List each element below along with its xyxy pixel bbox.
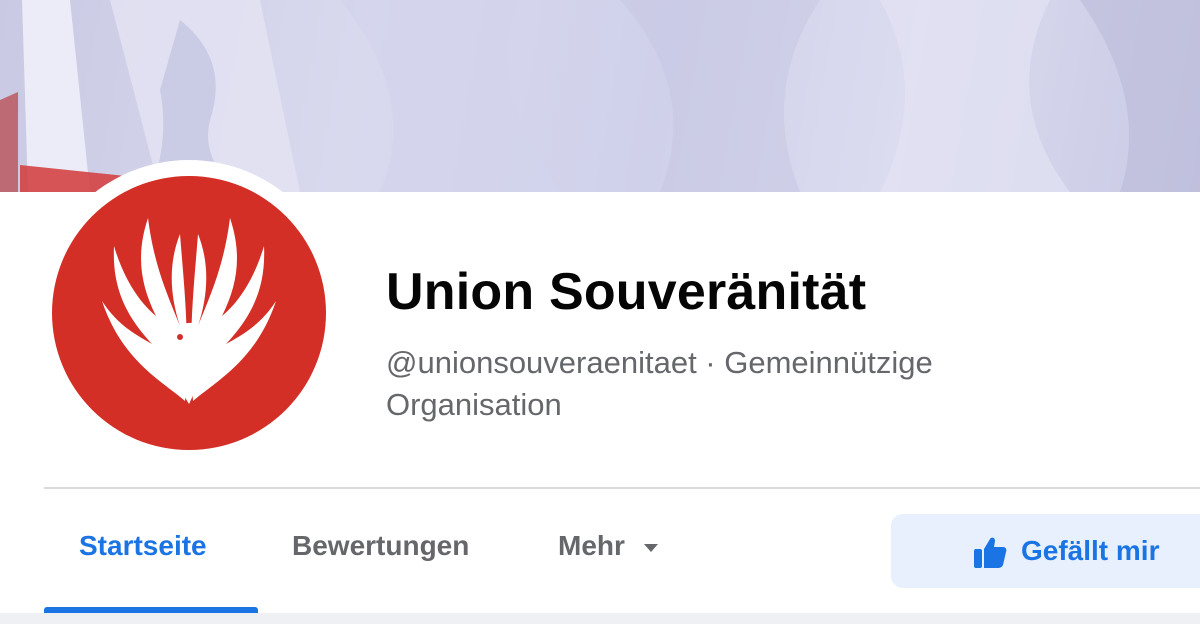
caret-down-icon [643, 543, 658, 552]
header-divider [44, 487, 1200, 489]
tab-startseite-label: Startseite [79, 530, 207, 561]
tab-mehr[interactable]: Mehr [558, 530, 659, 562]
like-button[interactable]: Gefällt mir [891, 514, 1200, 588]
tab-bewertungen[interactable]: Bewertungen [292, 530, 469, 562]
tab-mehr-label: Mehr [558, 530, 625, 561]
tab-bewertungen-label: Bewertungen [292, 530, 470, 561]
like-button-label: Gefällt mir [1021, 535, 1160, 566]
eagle-logo-icon [102, 218, 276, 404]
page-title: Union Souveränität [386, 263, 867, 321]
tab-startseite[interactable]: Startseite [79, 530, 207, 562]
thumbs-up-icon [974, 537, 1007, 568]
profile-avatar[interactable] [52, 176, 326, 450]
page-background-strip [0, 613, 1200, 624]
page-handle-category: @unionsouveraenitaet · Gemeinnützige Org… [386, 345, 933, 422]
